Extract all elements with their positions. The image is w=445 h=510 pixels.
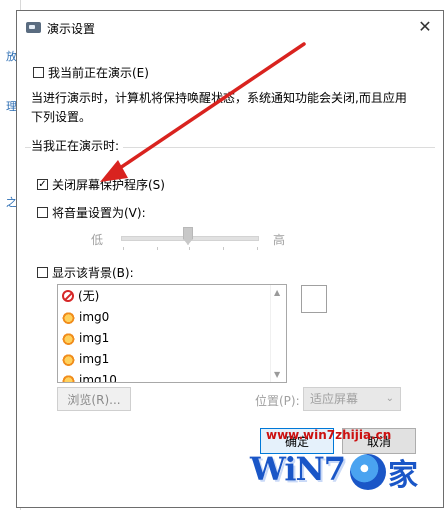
sun-icon [62, 310, 75, 324]
slider-tick [157, 247, 158, 250]
watermark-url: www.win7zhijia.cn [266, 428, 392, 442]
title-bar: 演示设置 ✕ [17, 11, 443, 45]
sun-icon [62, 352, 75, 366]
background-listbox[interactable]: (无) img0 img1 img1 img10 ▲ ▼ [57, 284, 287, 383]
volume-checkbox[interactable] [37, 207, 48, 218]
list-item[interactable]: (无) [62, 286, 99, 306]
list-item-label: (无) [78, 289, 100, 303]
list-item-label: img0 [79, 310, 110, 324]
background-preview [301, 285, 327, 313]
slider-tick [223, 247, 224, 250]
volume-high-label: 高 [273, 233, 286, 247]
projector-icon [26, 22, 41, 33]
no-icon [62, 290, 74, 302]
list-item-label: img10 [79, 373, 117, 383]
chevron-down-icon: ⌄ [385, 393, 394, 404]
scroll-up-icon[interactable]: ▲ [274, 288, 280, 297]
slider-tick [189, 247, 190, 250]
volume-slider-thumb[interactable] [183, 227, 193, 245]
window-title: 演示设置 [47, 22, 96, 36]
sun-icon [62, 331, 75, 345]
watermark-logo: WiN7 家 [250, 448, 428, 498]
windows-logo-icon [350, 454, 386, 490]
browse-button[interactable]: 浏览(R)... [57, 387, 131, 411]
scroll-down-icon[interactable]: ▼ [274, 370, 280, 379]
group-label: 当我正在演示时: [31, 137, 124, 154]
close-button[interactable]: ✕ [407, 11, 443, 41]
screensaver-checkbox[interactable]: ✓ [37, 179, 48, 190]
presenting-checkbox[interactable] [33, 67, 44, 78]
position-label: 位置(P): [255, 394, 300, 408]
list-item[interactable]: img0 [62, 307, 109, 327]
volume-low-label: 低 [91, 233, 104, 247]
position-select[interactable]: 适应屏幕 ⌄ [303, 387, 401, 411]
list-item[interactable]: img1 [62, 349, 109, 369]
listbox-scrollbar[interactable]: ▲ ▼ [270, 285, 286, 382]
watermark-suffix: 家 [388, 458, 418, 493]
list-item[interactable]: img1 [62, 328, 109, 348]
description-text: 当进行演示时，计算机将保持唤醒状态，系统通知功能会关闭,而且应用下列设置。 [31, 91, 407, 124]
background-checkbox[interactable] [37, 267, 48, 278]
screensaver-checkbox-label[interactable]: 关闭屏幕保护程序(S) [52, 176, 165, 193]
list-item-label: img1 [79, 331, 110, 345]
slider-tick [257, 247, 258, 250]
list-item-label: img1 [79, 352, 110, 366]
watermark-brand: WiN7 [250, 450, 346, 488]
volume-checkbox-label[interactable]: 将音量设置为(V): [52, 204, 146, 221]
sun-icon [62, 373, 75, 382]
position-select-value: 适应屏幕 [310, 392, 359, 406]
slider-tick [123, 247, 124, 250]
presenting-checkbox-label[interactable]: 我当前正在演示(E) [48, 64, 149, 81]
list-item[interactable]: img10 [62, 370, 117, 383]
background-checkbox-label[interactable]: 显示该背景(B): [52, 264, 134, 281]
